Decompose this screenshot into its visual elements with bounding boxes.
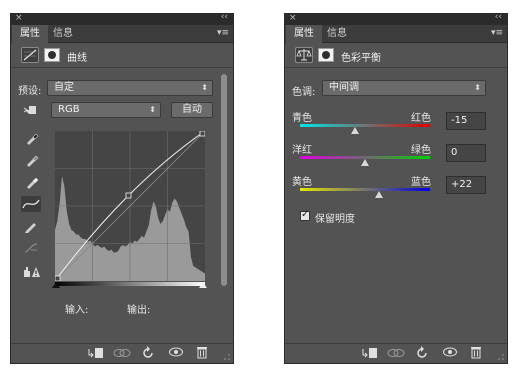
preserve-luminosity-checkbox[interactable]	[300, 209, 310, 221]
black-point-eyedropper-icon[interactable]	[23, 130, 39, 146]
view-previous-state-icon[interactable]	[113, 346, 131, 362]
view-previous-state-icon[interactable]	[387, 346, 405, 362]
color-balance-scale-icon	[295, 47, 313, 63]
panel-tab-bar: 属性 信息 ▾≡	[11, 25, 233, 43]
trash-icon[interactable]	[467, 346, 485, 362]
yellow-blue-value-field[interactable]: +22	[446, 176, 486, 194]
resize-grip-icon[interactable]	[497, 353, 505, 361]
input-gradient-bar	[55, 282, 205, 286]
red-label: 红色	[411, 113, 431, 124]
clip-to-layer-icon[interactable]	[360, 346, 378, 362]
white-point-eyedropper-icon[interactable]	[23, 174, 39, 190]
visibility-eye-icon[interactable]	[167, 346, 185, 362]
channel-value: RGB	[58, 104, 80, 115]
channel-select[interactable]: RGB ⬍	[51, 102, 161, 118]
pencil-draw-icon[interactable]	[23, 218, 39, 234]
reset-icon[interactable]	[139, 346, 157, 362]
curves-properties-panel: × ‹‹ 属性 信息 ▾≡ 曲线 预设: 自定 ⬍ RGB ⬍ 自动 输入: 输…	[10, 12, 234, 364]
cyan-red-slider-track[interactable]	[300, 124, 430, 127]
yellow-label: 黄色	[292, 177, 312, 188]
panel-title-bar: × ‹‹	[285, 12, 507, 25]
preset-value: 自定	[54, 82, 74, 93]
collapse-panel-button[interactable]: ‹‹	[495, 12, 502, 22]
adjustment-title: 曲线	[67, 53, 87, 64]
preset-select[interactable]: 自定 ⬍	[47, 80, 213, 96]
cyan-label: 青色	[292, 113, 312, 124]
gray-point-eyedropper-icon[interactable]	[23, 152, 39, 168]
edit-points-curve-icon[interactable]	[21, 196, 41, 212]
cyan-red-slider-thumb[interactable]	[351, 127, 360, 134]
curves-graph-svg[interactable]	[54, 130, 206, 282]
updown-arrow-icon: ⬍	[201, 83, 208, 92]
blue-label: 蓝色	[411, 177, 431, 188]
updown-arrow-icon: ⬍	[474, 83, 481, 92]
bottom-toolbar	[285, 343, 507, 363]
trash-icon[interactable]	[193, 346, 211, 362]
black-input-slider[interactable]	[52, 282, 60, 288]
tone-select[interactable]: 中间调 ⬍	[322, 80, 486, 96]
auto-button[interactable]: 自动	[171, 102, 213, 118]
layer-mask-icon[interactable]	[318, 48, 334, 62]
white-input-slider[interactable]	[199, 282, 207, 288]
adjustment-header: 色彩平衡	[285, 44, 507, 68]
close-panel-button[interactable]: ×	[289, 13, 297, 23]
color-balance-properties-panel: × ‹‹ 属性 信息 ▾≡ 色彩平衡 色调: 中间调 ⬍ 青色 红色 -15 洋…	[284, 12, 508, 364]
preset-label: 预设:	[18, 86, 42, 97]
layer-mask-icon[interactable]	[44, 48, 60, 62]
panel-menu-icon[interactable]: ▾≡	[217, 28, 229, 38]
tone-value: 中间调	[329, 82, 359, 93]
panel-menu-icon[interactable]: ▾≡	[491, 28, 503, 38]
yellow-blue-slider-track[interactable]	[300, 188, 430, 191]
green-label: 绿色	[411, 145, 431, 156]
yellow-blue-slider-thumb[interactable]	[375, 191, 384, 198]
close-panel-button[interactable]: ×	[15, 13, 23, 23]
resize-grip-icon[interactable]	[223, 353, 231, 361]
magenta-green-value-field[interactable]: 0	[446, 144, 486, 162]
curves-adjustment-icon	[21, 47, 39, 63]
tab-info[interactable]: 信息	[323, 25, 351, 43]
clip-to-layer-icon[interactable]	[86, 346, 104, 362]
magenta-green-slider-thumb[interactable]	[361, 159, 369, 166]
output-label: 输出:	[127, 305, 151, 316]
cyan-red-value-field[interactable]: -15	[446, 112, 486, 130]
curves-graph[interactable]	[54, 130, 206, 282]
updown-arrow-icon: ⬍	[149, 105, 156, 114]
panel-title-bar: × ‹‹	[11, 12, 233, 25]
hand-on-image-icon[interactable]	[23, 102, 39, 118]
curve-control-point[interactable]	[125, 192, 132, 199]
curve-control-point[interactable]	[199, 130, 206, 137]
smooth-curve-icon[interactable]	[23, 240, 39, 256]
scrollbar-thumb[interactable]	[221, 74, 227, 286]
clipping-warning-icon[interactable]	[23, 262, 40, 278]
adjustment-title: 色彩平衡	[341, 53, 381, 64]
visibility-eye-icon[interactable]	[441, 346, 459, 362]
magenta-label: 洋红	[292, 145, 312, 156]
tab-properties[interactable]: 属性	[12, 25, 48, 43]
preserve-luminosity-label: 保留明度	[315, 214, 355, 225]
scrollbar[interactable]	[221, 74, 227, 286]
bottom-toolbar	[11, 343, 233, 363]
input-label: 输入:	[65, 305, 89, 316]
tab-info[interactable]: 信息	[49, 25, 77, 43]
curve-control-point[interactable]	[54, 275, 61, 282]
adjustment-header: 曲线	[11, 44, 233, 68]
tab-properties[interactable]: 属性	[286, 25, 322, 43]
panel-tab-bar: 属性 信息 ▾≡	[285, 25, 507, 43]
collapse-panel-button[interactable]: ‹‹	[221, 12, 228, 22]
tone-label: 色调:	[292, 87, 316, 98]
reset-icon[interactable]	[413, 346, 431, 362]
